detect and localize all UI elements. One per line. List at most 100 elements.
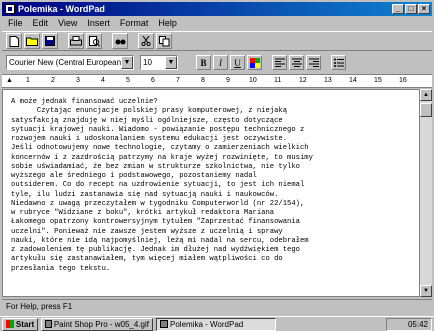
document-line: Łakomego opatrzony kontrowersyjnym tytuł… [11,218,300,227]
print-preview-icon [88,35,100,47]
document-line: Niedawno z uwagą przeczytałem w tygodnik… [11,199,305,208]
document-area[interactable]: A może jednak finansować uczelnie? Czyta… [2,89,420,297]
document-line: przesłania tego tekstu. [11,264,111,273]
open-button[interactable] [24,33,40,49]
document-line: sobie uświadamiać, że bez zmian w strukt… [11,162,300,171]
color-button[interactable] [247,55,262,70]
ruler-tick: 15 [374,77,382,84]
floppy-disk-icon [45,36,55,46]
window-title: Polemika - WordPad [18,4,105,14]
start-button[interactable]: Start [2,317,38,331]
scroll-down-icon[interactable]: ▼ [420,285,432,297]
chevron-down-icon[interactable]: ▼ [121,56,133,69]
format-toolbar: Courier New (Central European) ▼ 10 ▼ B … [2,53,432,72]
document-line: sytuacji krajowej nauki. Wiadomo - powią… [11,125,305,134]
bullets-button[interactable] [331,55,346,70]
print-button[interactable] [68,33,84,49]
document-line: nauki, które nie idą najpomyślniej, leżą… [11,236,309,245]
align-right-icon [308,58,319,67]
bullet-list-icon [333,58,344,67]
ruler[interactable]: ▲ 1 2 3 4 5 6 7 8 9 10 11 12 13 14 15 16 [2,74,432,88]
scroll-up-icon[interactable]: ▲ [420,89,432,101]
start-label: Start [15,319,35,329]
taskbar-item-paintshop[interactable]: Paint Shop Pro - w05_4.gif [41,317,153,331]
menu-format[interactable]: Format [120,18,149,28]
palette-icon [249,57,260,68]
ruler-tick: 12 [299,77,307,84]
ruler-tick: 6 [151,77,155,84]
font-name-value: Courier New (Central European) [9,58,124,67]
align-left-icon [274,58,285,67]
close-button[interactable]: × [418,4,430,14]
ruler-tick: 7 [176,77,180,84]
save-button[interactable] [42,33,58,49]
windows-logo-icon [5,320,14,328]
status-text: For Help, press F1 [6,302,73,311]
system-tray: 05:42 [386,317,432,331]
copy-button[interactable] [156,33,172,49]
ruler-tick: 11 [274,77,282,84]
menu-help[interactable]: Help [158,18,177,28]
document-line: z zadowoleniem tę publikację. Jednak im … [11,246,300,254]
document-line: wyższego ale średniego i podstawowego, p… [11,172,257,180]
standard-toolbar [2,31,432,51]
chevron-down-icon[interactable]: ▼ [165,56,177,69]
ruler-tick: 16 [399,77,407,84]
menu-edit[interactable]: Edit [33,18,49,28]
ruler-tick: 5 [126,77,130,84]
menu-bar: File Edit View Insert Format Help [2,17,432,29]
document-line: satysfakcją znajduję w niej myśli ogólni… [11,116,283,125]
vertical-scrollbar[interactable]: ▲ ▼ [420,89,432,297]
ruler-tick: 4 [101,77,105,84]
align-center-icon [291,58,302,67]
align-left-button[interactable] [272,55,287,70]
ruler-tick: 8 [201,77,205,84]
maximize-button[interactable]: □ [405,4,417,14]
document-line: outsiderem. Co do recept na uzdrowienie … [11,181,305,190]
bold-button[interactable]: B [196,55,211,70]
underline-button[interactable]: U [230,55,245,70]
document-line: koncernów i z zazdrością patrzymy na kra… [11,153,313,162]
new-document-button[interactable] [6,33,22,49]
ruler-tick: 2 [51,77,55,84]
cut-button[interactable] [138,33,154,49]
wordpad-icon[interactable] [5,4,15,14]
font-name-select[interactable]: Courier New (Central European) ▼ [6,55,134,70]
document-line: w rubryce "Widziane z boku", krótki arty… [11,209,275,217]
document-line: artykułu się zastanawiałem, tym więcej m… [11,255,283,264]
menu-insert[interactable]: Insert [87,18,110,28]
ruler-indent-marker[interactable]: ▲ [6,77,13,84]
align-right-button[interactable] [306,55,321,70]
clock[interactable]: 05:42 [408,320,428,329]
copy-icon [158,35,169,46]
document-line: tyle, ilu ludzi zastanawia się nad sytua… [11,190,279,199]
menu-file[interactable]: File [8,18,23,28]
find-button[interactable] [112,33,128,49]
new-document-icon [9,35,19,47]
menu-view[interactable]: View [58,18,77,28]
wordpad-icon [160,320,168,328]
open-folder-icon [26,37,38,46]
ruler-tick: 1 [26,77,30,84]
printer-icon [70,36,82,46]
binoculars-icon [115,39,125,45]
print-preview-button[interactable] [86,33,102,49]
scroll-thumb[interactable] [420,103,432,117]
wordpad-window: Polemika - WordPad _ □ × File Edit View … [0,0,434,316]
italic-button[interactable]: I [213,55,228,70]
minimize-button[interactable]: _ [392,4,404,14]
ruler-tick: 13 [324,77,332,84]
align-center-button[interactable] [289,55,304,70]
title-bar[interactable]: Polemika - WordPad _ □ × [2,2,432,16]
paint-shop-pro-icon [45,320,52,328]
taskbar-item-label: Paint Shop Pro - w05_4.gif [53,319,149,329]
font-size-value: 10 [143,58,152,67]
ruler-tick: 3 [76,77,80,84]
taskbar-item-wordpad[interactable]: Polemika - WordPad [156,317,276,331]
font-size-select[interactable]: 10 ▼ [140,55,178,70]
ruler-tick: 14 [349,77,357,84]
document-line: uczelni". Ponieważ nie zawsze jestem wyż… [11,227,283,236]
document-line: Jeśli odnotowujemy nowe technologie, czy… [11,144,309,153]
scissors-icon [141,36,151,46]
document-line: A może jednak finansować uczelnie? [11,98,158,106]
